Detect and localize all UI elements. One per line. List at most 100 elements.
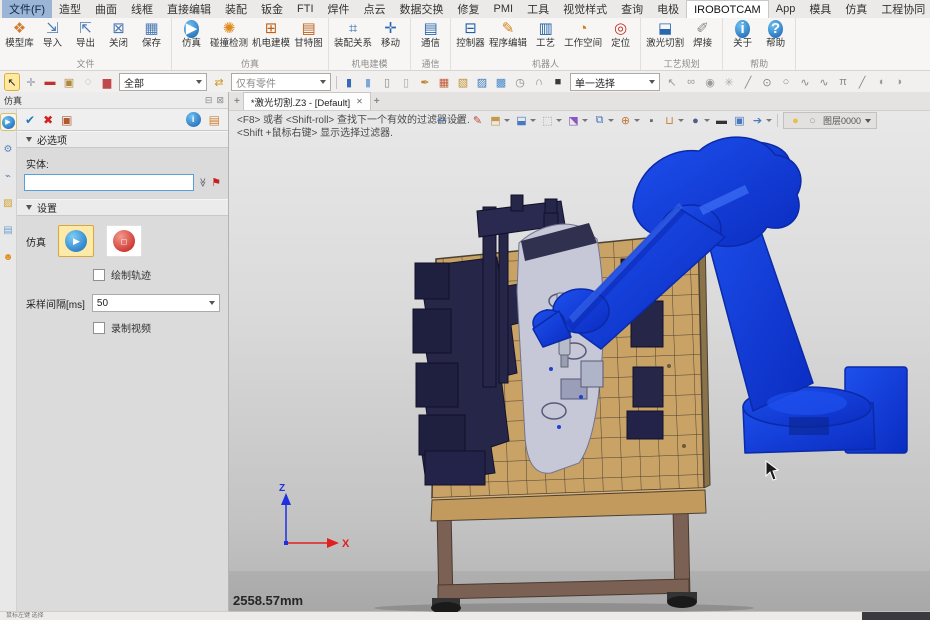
dropdown-caret-icon[interactable]	[504, 119, 510, 122]
book-icon[interactable]: ▩	[494, 74, 508, 90]
part-blue-icon[interactable]: ▮	[342, 74, 356, 90]
weld-button[interactable]: ✐焊接	[686, 19, 719, 50]
menu-item-1[interactable]: 造型	[52, 0, 88, 18]
menu-item-5[interactable]: 装配	[218, 0, 254, 18]
arrow-export-icon[interactable]: ➔	[751, 113, 764, 128]
photo-dock-tab[interactable]: ▤	[1, 222, 16, 238]
sphere-icon[interactable]: ●	[689, 113, 702, 128]
model-library-button[interactable]: ❖模型库	[3, 19, 36, 50]
menu-item-10[interactable]: 数据交换	[393, 0, 451, 18]
menu-item-11[interactable]: 修复	[451, 0, 487, 18]
snap-icon[interactable]: ✳	[722, 74, 736, 90]
chain-icon[interactable]: ∞	[684, 74, 698, 90]
plus-icon[interactable]: ✛	[24, 74, 38, 90]
menu-item-0[interactable]: 文件(F)	[2, 0, 52, 18]
face-left-icon[interactable]: ◖	[874, 74, 888, 90]
pick-entity-icon[interactable]	[211, 176, 221, 189]
new-tab-icon[interactable]	[374, 93, 380, 110]
pencil-icon[interactable]: ✎	[471, 113, 484, 128]
mechatronic-model-button[interactable]: ⊞机电建模	[250, 19, 292, 50]
required-section-header[interactable]: 必选项	[17, 131, 228, 148]
page-icon[interactable]	[209, 113, 220, 127]
locate-button[interactable]: ◎定位	[604, 19, 637, 50]
assembly-relation-button[interactable]: ⌗装配关系	[332, 19, 374, 50]
selection-mode-dropdown[interactable]: 单一选择	[570, 73, 660, 91]
menu-item-17[interactable]: IROBOTCAM	[686, 0, 769, 18]
dash-icon[interactable]: ▬	[715, 113, 728, 128]
cube-tan-icon[interactable]: ⬒	[489, 113, 502, 128]
play-round-icon[interactable]: ◉	[703, 74, 717, 90]
stop-simulation-button[interactable]	[106, 225, 142, 257]
menu-item-16[interactable]: 电极	[650, 0, 686, 18]
sample-interval-dropdown[interactable]: 50	[92, 294, 220, 312]
3d-viewport[interactable]: <F8> 或者 <Shift-roll> 查找下一个有效的过滤器设置. <Shi…	[229, 111, 930, 612]
controller-button[interactable]: ⊟控制器	[454, 19, 487, 50]
pi-icon[interactable]: π	[836, 74, 850, 90]
menu-item-6[interactable]: 钣金	[254, 0, 290, 18]
face-right-icon[interactable]: ◗	[893, 74, 907, 90]
entity-input[interactable]	[24, 174, 194, 191]
cancel-x-icon[interactable]	[43, 113, 53, 127]
import-button[interactable]: ⇲导入	[36, 19, 69, 50]
circle-icon[interactable]: ○	[779, 74, 793, 90]
workspace-button[interactable]: ◔工作空间	[562, 19, 604, 50]
drive-dock-tab[interactable]: ⚙	[1, 141, 16, 157]
circle-dot-icon[interactable]: ⊙	[760, 74, 774, 90]
play-simulation-button[interactable]	[58, 225, 94, 257]
menu-item-20[interactable]: 仿真	[838, 0, 874, 18]
menu-item-21[interactable]: 工程协同	[874, 0, 930, 18]
plug-dock-tab[interactable]: ⌁	[1, 168, 16, 184]
settings-section-header[interactable]: 设置	[17, 199, 228, 216]
record-video-checkbox[interactable]	[93, 322, 105, 334]
folder-image-icon[interactable]: ▧	[456, 74, 470, 90]
image-icon[interactable]: ▨	[475, 74, 489, 90]
ok-check-icon[interactable]	[25, 113, 35, 127]
close-doc-button[interactable]: ⊠关闭	[102, 19, 135, 50]
program-edit-button[interactable]: ✎程序编辑	[487, 19, 529, 50]
menu-item-13[interactable]: 工具	[520, 0, 556, 18]
pick-hand-icon[interactable]: ➤	[453, 113, 466, 128]
apply-icon[interactable]	[61, 113, 72, 127]
dropdown-caret-icon[interactable]	[530, 119, 536, 122]
chart-filter-icon[interactable]: ▆	[100, 74, 114, 90]
menu-item-15[interactable]: 查询	[614, 0, 650, 18]
menu-item-4[interactable]: 直接编辑	[160, 0, 218, 18]
dropdown-caret-icon[interactable]	[634, 119, 640, 122]
document-tab[interactable]: *激光切割.Z3 - [Default]	[243, 92, 371, 110]
menu-item-7[interactable]: FTI	[290, 0, 321, 18]
close-tab-icon[interactable]	[356, 96, 363, 107]
menu-item-12[interactable]: PMI	[487, 0, 521, 18]
cube-blue-icon[interactable]: ⬓	[515, 113, 528, 128]
select-cursor-icon[interactable]: ↖	[5, 74, 19, 90]
dot-icon[interactable]: ▪	[645, 113, 658, 128]
pen-icon[interactable]: ✒	[418, 74, 432, 90]
minimize-panel-icon[interactable]	[205, 95, 213, 106]
menu-item-8[interactable]: 焊件	[321, 0, 357, 18]
dropdown-caret-icon[interactable]	[704, 119, 710, 122]
minus-icon[interactable]: ▬	[43, 74, 57, 90]
info-icon[interactable]: i	[186, 112, 201, 127]
stop-square-icon[interactable]: ■	[551, 74, 565, 90]
back-icon[interactable]: ↩	[435, 113, 448, 128]
gantt-chart-button[interactable]: ▤甘特图	[292, 19, 325, 50]
compass-icon[interactable]: ⊕	[619, 113, 632, 128]
simulate-button[interactable]: ▶仿真	[175, 19, 208, 50]
about-button[interactable]: i关于	[726, 19, 759, 50]
sine-icon[interactable]: ∿	[817, 74, 831, 90]
help-button[interactable]: ?帮助	[759, 19, 792, 50]
menu-item-3[interactable]: 线框	[124, 0, 160, 18]
stroke-icon[interactable]: ╱	[855, 74, 869, 90]
frame-icon[interactable]: ▣	[733, 113, 746, 128]
part-light-icon[interactable]: ▮	[361, 74, 375, 90]
dropdown-caret-icon[interactable]	[766, 119, 772, 122]
swap-icon[interactable]: ⇄	[212, 74, 226, 90]
export-button[interactable]: ⇱导出	[69, 19, 102, 50]
calendar-icon[interactable]: ▦	[437, 74, 451, 90]
pin-tab-icon[interactable]	[234, 93, 240, 110]
paste-special-icon[interactable]: ▣	[62, 74, 76, 90]
menu-item-19[interactable]: 模具	[802, 0, 838, 18]
draw-trajectory-checkbox[interactable]	[93, 269, 105, 281]
slash-icon[interactable]: ╱	[741, 74, 755, 90]
cube-white-icon[interactable]: ⬚	[541, 113, 554, 128]
parts-filter-dropdown[interactable]: 仅有零件	[231, 73, 331, 91]
